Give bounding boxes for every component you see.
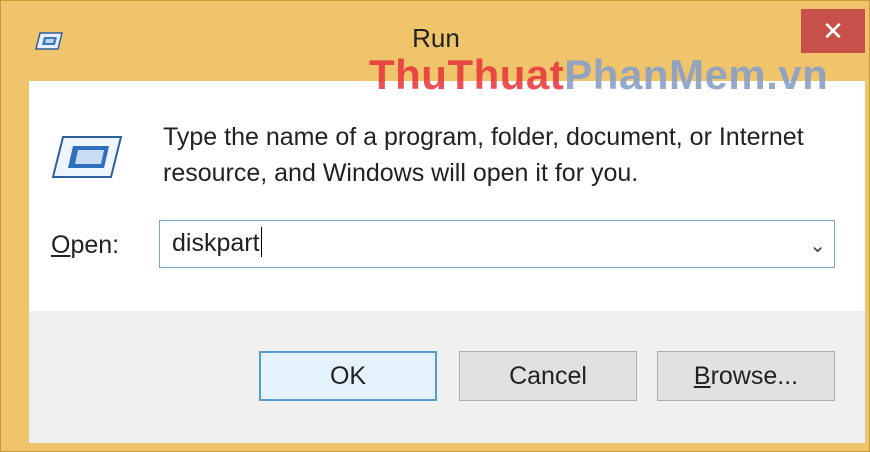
- ok-button[interactable]: OK: [259, 351, 437, 401]
- run-icon: [51, 133, 123, 181]
- cancel-button[interactable]: Cancel: [459, 351, 637, 401]
- watermark: ThuThuatPhanMem.vn: [369, 51, 829, 98]
- close-button[interactable]: ✕: [801, 9, 865, 53]
- chevron-down-icon[interactable]: ⌄: [809, 233, 826, 258]
- text-caret: [260, 227, 262, 258]
- run-dialog: Run ✕ ThuThuatPhanMem.vn Type the name o…: [0, 0, 870, 452]
- description-text: Type the name of a program, folder, docu…: [163, 123, 804, 187]
- close-icon: ✕: [822, 15, 844, 46]
- browse-button[interactable]: Browse...: [657, 351, 835, 401]
- open-combobox[interactable]: diskpart ⌄: [159, 220, 835, 268]
- window-title: Run: [412, 23, 460, 53]
- open-input[interactable]: diskpart: [172, 227, 262, 258]
- open-label: Open:: [51, 231, 120, 259]
